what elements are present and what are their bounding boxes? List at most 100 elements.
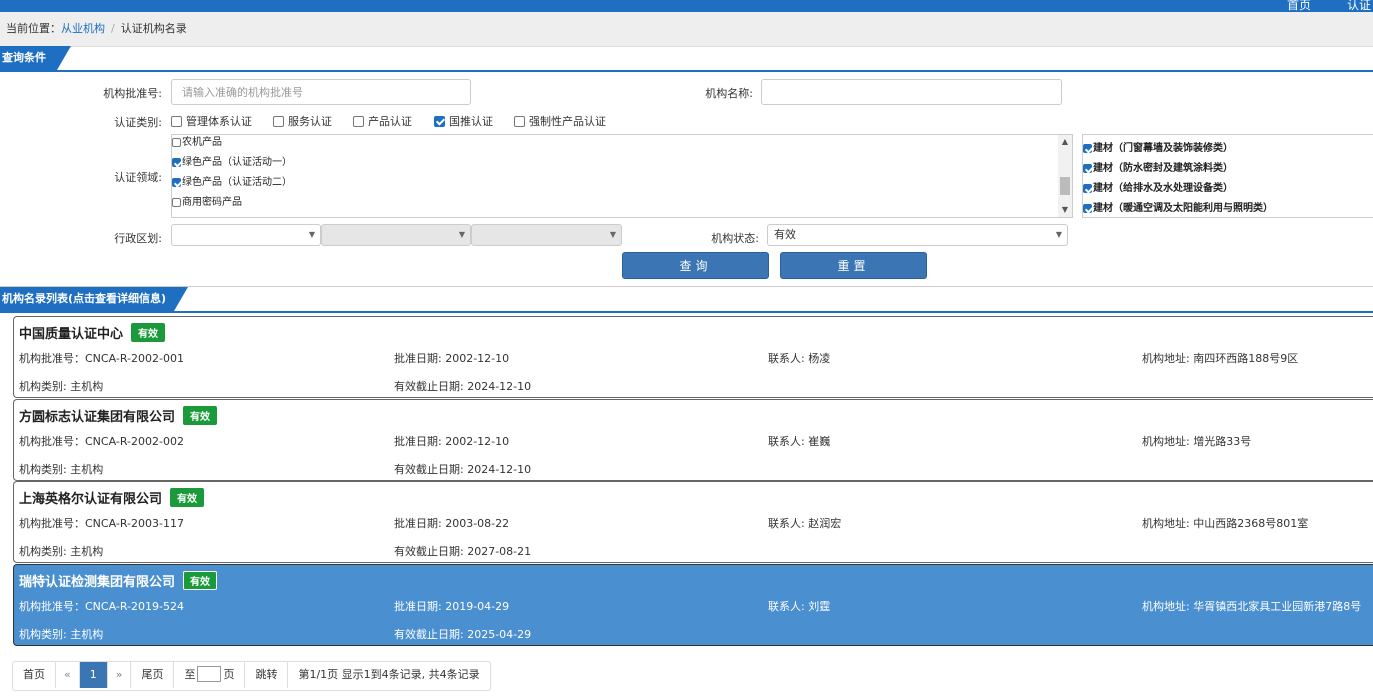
cert-type-label-text: 产品认证 (368, 115, 412, 128)
query-section-title: 查询条件 (0, 46, 71, 70)
status-label: 机构状态: (711, 232, 759, 245)
org-name[interactable]: 中国质量认证中心 有效 (19, 323, 166, 342)
field-option[interactable]: 建材（暖通空调及太阳能利用与照明类） (1083, 199, 1273, 214)
list-section-title: 机构名录列表(点击查看详细信息) (0, 287, 188, 311)
field-option-label: 建材（给排水及水处理设备类） (1093, 183, 1233, 194)
cert-field-listbox-right[interactable]: 建材（门窗幕墙及装饰装修类） 建材（防水密封及建筑涂料类） 建材（给排水及水处理… (1082, 134, 1373, 218)
goto-suffix: 页 (223, 668, 235, 681)
field-option-label: 建材（门窗幕墙及装饰装修类） (1093, 143, 1233, 154)
checkbox-icon[interactable] (353, 116, 364, 127)
org-approval-date: 批准日期: 2019-04-29 (394, 600, 510, 613)
field-option[interactable]: 商用密码产品 (172, 193, 242, 208)
checkbox-checked-icon[interactable] (172, 158, 181, 167)
pager-last[interactable]: 尾页 (131, 662, 175, 688)
org-category: 机构类别: 主机构 (19, 628, 104, 641)
breadcrumb: 当前位置：从业机构 / 认证机构名录 (0, 12, 1373, 47)
search-button[interactable]: 查询 (622, 252, 769, 279)
org-card[interactable]: 方圆标志认证集团有限公司 有效 机构批准号：CNCA-R-2002-002 批准日… (13, 399, 1373, 481)
cert-type-label-text: 国推认证 (449, 115, 493, 128)
org-name-input[interactable] (761, 79, 1062, 105)
select-value: 有效 (774, 228, 796, 241)
cert-type-label-text: 强制性产品认证 (529, 115, 606, 128)
org-category: 机构类别: 主机构 (19, 545, 104, 558)
checkbox-icon[interactable] (171, 116, 182, 127)
checkbox-checked-icon[interactable] (1083, 164, 1092, 173)
field-option-label: 绿色产品（认证活动二） (182, 177, 292, 188)
org-address: 机构地址: 增光路33号 (1142, 435, 1252, 448)
org-card[interactable]: 中国质量认证中心 有效 机构批准号：CNCA-R-2002-001 批准日期: 2… (13, 316, 1373, 398)
pager-first[interactable]: 首页 (13, 662, 56, 688)
org-approval-no: 机构批准号：CNCA-R-2002-002 (19, 435, 184, 448)
scroll-up-icon[interactable]: ▲ (1058, 135, 1072, 149)
checkbox-icon[interactable] (273, 116, 284, 127)
org-contact: 联系人: 赵润宏 (768, 517, 842, 530)
listbox-scrollbar[interactable]: ▲ ▼ (1058, 135, 1072, 217)
region-district-select[interactable]: ▼ (471, 224, 622, 246)
scroll-down-icon[interactable]: ▼ (1058, 203, 1072, 217)
cert-type-service[interactable]: 服务认证 (273, 113, 332, 129)
org-name[interactable]: 瑞特认证检测集团有限公司 有效 (19, 571, 218, 590)
field-option[interactable]: 绿色产品（认证活动一） (172, 153, 292, 168)
pager-jump-button[interactable]: 跳转 (245, 662, 289, 688)
checkbox-icon[interactable] (172, 138, 181, 147)
cert-field-label: 认证领域: (114, 171, 162, 184)
pager-page-current[interactable]: 1 (79, 662, 108, 688)
org-approval-no: 机构批准号：CNCA-R-2019-524 (19, 600, 184, 613)
checkbox-checked-icon[interactable] (1083, 144, 1092, 153)
chevron-down-icon: ▼ (308, 230, 315, 239)
org-category: 机构类别: 主机构 (19, 463, 104, 476)
field-option[interactable]: 农机产品 (172, 135, 222, 148)
field-option[interactable]: 建材（门窗幕墙及装饰装修类） (1083, 139, 1233, 154)
org-name[interactable]: 上海英格尔认证有限公司 有效 (19, 488, 205, 507)
pager-summary: 第1/1页 显示1到4条记录, 共4条记录 (298, 668, 480, 681)
cert-type-management[interactable]: 管理体系认证 (171, 113, 252, 129)
top-nav-bar: 首页 认证 (0, 0, 1373, 12)
field-option[interactable]: 建材（防水密封及建筑涂料类） (1083, 159, 1233, 174)
nav-home-link[interactable]: 首页 (1287, 0, 1311, 12)
approval-no-input[interactable] (171, 79, 471, 105)
org-contact: 联系人: 崔巍 (768, 435, 831, 448)
org-contact: 联系人: 杨凌 (768, 352, 831, 365)
breadcrumb-separator: / (111, 22, 115, 35)
checkbox-checked-icon[interactable] (1083, 204, 1092, 213)
checkbox-checked-icon[interactable] (434, 116, 445, 127)
org-name-text: 方圆标志认证集团有限公司 (19, 410, 176, 425)
pager-prev-icon[interactable]: « (56, 662, 80, 688)
pager-next-icon[interactable]: » (108, 662, 132, 688)
chevron-down-icon: ▼ (1055, 230, 1062, 239)
checkbox-icon[interactable] (172, 198, 181, 207)
field-option[interactable]: 建材（给排水及水处理设备类） (1083, 179, 1233, 194)
cert-type-compulsory[interactable]: 强制性产品认证 (514, 113, 606, 129)
goto-prefix: 至 (184, 668, 196, 681)
cert-type-national[interactable]: 国推认证 (434, 113, 493, 129)
reset-button[interactable]: 重置 (780, 252, 927, 279)
org-name-text: 瑞特认证检测集团有限公司 (19, 575, 176, 590)
chevron-down-icon: ▼ (609, 230, 616, 239)
scroll-thumb[interactable] (1060, 177, 1070, 195)
region-province-select[interactable]: ▼ (171, 224, 321, 246)
field-option-label: 农机产品 (182, 137, 222, 148)
org-approval-date: 批准日期: 2002-12-10 (394, 352, 510, 365)
goto-page-input[interactable] (197, 666, 222, 682)
org-name[interactable]: 方圆标志认证集团有限公司 有效 (19, 406, 218, 425)
org-card-highlighted[interactable]: 瑞特认证检测集团有限公司 有效 机构批准号：CNCA-R-2019-524 批准日… (13, 564, 1373, 646)
status-badge: 有效 (183, 571, 218, 590)
org-approval-no: 机构批准号：CNCA-R-2002-001 (19, 352, 184, 365)
org-expiry: 有效截止日期: 2025-04-29 (394, 628, 532, 641)
org-name-label: 机构名称: (705, 87, 753, 100)
org-contact: 联系人: 刘霆 (768, 600, 831, 613)
org-name-text: 上海英格尔认证有限公司 (19, 492, 163, 507)
breadcrumb-link-org[interactable]: 从业机构 (61, 22, 105, 35)
nav-cert-link[interactable]: 认证 (1347, 0, 1371, 12)
checkbox-checked-icon[interactable] (172, 178, 181, 187)
cert-field-listbox-left[interactable]: 农机产品 绿色产品（认证活动一） 绿色产品（认证活动二） 商用密码产品 ▲ ▼ (171, 134, 1073, 218)
checkbox-checked-icon[interactable] (1083, 184, 1092, 193)
breadcrumb-current: 认证机构名录 (120, 22, 187, 35)
cert-type-product[interactable]: 产品认证 (353, 113, 412, 129)
region-city-select[interactable]: ▼ (321, 224, 471, 246)
org-card[interactable]: 上海英格尔认证有限公司 有效 机构批准号：CNCA-R-2003-117 批准日期… (13, 481, 1373, 563)
field-option[interactable]: 绿色产品（认证活动二） (172, 173, 292, 188)
status-select[interactable]: 有效 ▼ (767, 224, 1068, 246)
status-badge: 有效 (183, 406, 218, 425)
checkbox-icon[interactable] (514, 116, 525, 127)
